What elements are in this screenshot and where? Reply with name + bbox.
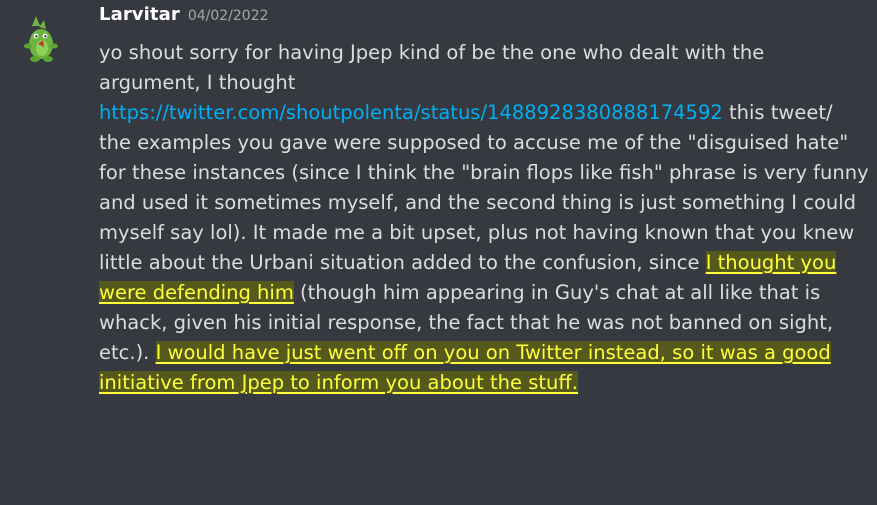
- highlighted-text: I would have just went off on you on Twi…: [99, 341, 831, 394]
- larvitar-avatar-icon[interactable]: [18, 14, 64, 64]
- timestamp[interactable]: 04/02/2022: [188, 8, 269, 24]
- message-header: Larvitar 04/02/2022: [99, 4, 869, 34]
- message-body: yo shout sorry for having Jpep kind of b…: [99, 38, 869, 398]
- chat-message: Larvitar 04/02/2022 yo shout sorry for h…: [0, 0, 877, 505]
- message-text: yo shout sorry for having Jpep kind of b…: [99, 41, 765, 94]
- tweet-link[interactable]: https://twitter.com/shoutpolenta/status/…: [99, 101, 723, 124]
- message-content: Larvitar 04/02/2022 yo shout sorry for h…: [99, 4, 869, 398]
- username[interactable]: Larvitar: [99, 4, 180, 25]
- message-text: this tweet/ the examples you gave were s…: [99, 101, 869, 274]
